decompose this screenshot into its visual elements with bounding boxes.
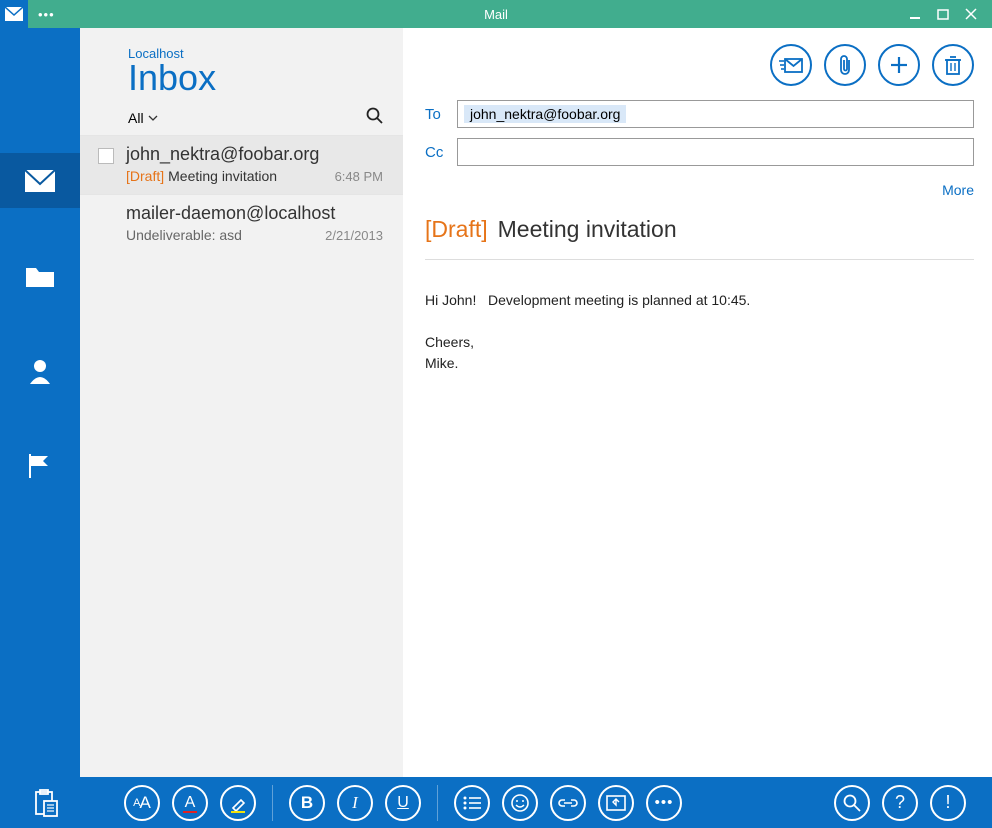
message-from: john_nektra@foobar.org xyxy=(126,144,383,165)
font-size-button[interactable]: AA xyxy=(124,785,160,821)
message-body[interactable]: Hi John! Development meeting is planned … xyxy=(425,290,974,374)
nav-mail[interactable] xyxy=(0,153,80,208)
smile-icon xyxy=(510,793,530,813)
cc-label[interactable]: Cc xyxy=(425,144,457,161)
message-subject: Meeting invitation xyxy=(168,168,326,184)
search-icon xyxy=(843,794,861,812)
trash-icon xyxy=(944,55,962,75)
recipient-chip[interactable]: john_nektra@foobar.org xyxy=(464,105,626,123)
message-list: john_nektra@foobar.org [Draft] Meeting i… xyxy=(80,135,403,777)
find-button[interactable] xyxy=(834,785,870,821)
window-title: Mail xyxy=(484,7,508,22)
search-icon xyxy=(366,107,383,124)
more-link[interactable]: More xyxy=(425,182,974,198)
compose-actions xyxy=(425,44,974,86)
draft-label: [Draft] xyxy=(425,216,488,243)
list-icon xyxy=(463,796,481,810)
cc-input[interactable] xyxy=(457,138,974,166)
app-menu-button[interactable]: ••• xyxy=(38,7,55,22)
important-button[interactable]: ! xyxy=(930,785,966,821)
paperclip-icon xyxy=(837,54,853,76)
message-time: 2/21/2013 xyxy=(325,228,383,243)
italic-button[interactable]: I xyxy=(337,785,373,821)
nav-folders[interactable] xyxy=(0,248,80,303)
format-toolbar: AA A B I U ••• ? ! xyxy=(0,777,992,828)
send-button[interactable] xyxy=(770,44,812,86)
help-button[interactable]: ? xyxy=(882,785,918,821)
cc-field[interactable] xyxy=(464,144,967,160)
draft-label: [Draft] xyxy=(126,168,164,184)
message-item[interactable]: mailer-daemon@localhost Undeliverable: a… xyxy=(80,194,403,253)
font-color-button[interactable]: A xyxy=(172,785,208,821)
picture-button[interactable] xyxy=(598,785,634,821)
delete-button[interactable] xyxy=(932,44,974,86)
cc-row: Cc xyxy=(425,138,974,166)
paste-button[interactable] xyxy=(26,785,66,821)
message-time: 6:48 PM xyxy=(335,169,383,184)
filter-label: All xyxy=(128,110,144,126)
message-item[interactable]: john_nektra@foobar.org [Draft] Meeting i… xyxy=(80,135,403,194)
titlebar: ••• Mail xyxy=(0,0,992,28)
marker-icon xyxy=(230,795,246,811)
search-button[interactable] xyxy=(366,107,383,129)
divider xyxy=(272,785,273,821)
minimize-button[interactable] xyxy=(908,7,922,21)
list-header: Localhost Inbox All xyxy=(80,28,403,135)
plus-icon xyxy=(889,55,909,75)
add-button[interactable] xyxy=(878,44,920,86)
more-button[interactable]: ••• xyxy=(646,785,682,821)
subject-text[interactable]: Meeting invitation xyxy=(498,216,677,243)
message-list-pane: Localhost Inbox All john_nektra@foobar.o… xyxy=(80,28,403,777)
list-button[interactable] xyxy=(454,785,490,821)
link-icon xyxy=(557,797,579,809)
bold-button[interactable]: B xyxy=(289,785,325,821)
app-icon xyxy=(0,0,28,28)
nav-flag[interactable] xyxy=(0,438,80,493)
underline-button[interactable]: U xyxy=(385,785,421,821)
highlight-button[interactable] xyxy=(220,785,256,821)
close-button[interactable] xyxy=(964,7,978,21)
link-button[interactable] xyxy=(550,785,586,821)
filter-dropdown[interactable]: All xyxy=(128,110,158,126)
attach-button[interactable] xyxy=(824,44,866,86)
to-row: To john_nektra@foobar.org xyxy=(425,100,974,128)
to-input[interactable]: john_nektra@foobar.org xyxy=(457,100,974,128)
sidebar xyxy=(0,28,80,777)
folder-name: Inbox xyxy=(128,59,383,97)
main: Localhost Inbox All john_nektra@foobar.o… xyxy=(0,28,992,777)
nav-people[interactable] xyxy=(0,343,80,398)
clipboard-icon xyxy=(34,789,58,817)
compose-pane: To john_nektra@foobar.org Cc More [Draft… xyxy=(403,28,992,777)
message-checkbox[interactable] xyxy=(98,148,114,164)
message-from: mailer-daemon@localhost xyxy=(126,203,383,224)
divider xyxy=(437,785,438,821)
subject-row: [Draft] Meeting invitation xyxy=(425,216,974,260)
to-label[interactable]: To xyxy=(425,106,457,123)
message-subject: Undeliverable: asd xyxy=(126,227,317,243)
window-controls xyxy=(908,7,992,21)
chevron-down-icon xyxy=(148,115,158,121)
send-icon xyxy=(779,56,803,74)
image-icon xyxy=(606,795,626,811)
emoji-button[interactable] xyxy=(502,785,538,821)
maximize-button[interactable] xyxy=(936,7,950,21)
